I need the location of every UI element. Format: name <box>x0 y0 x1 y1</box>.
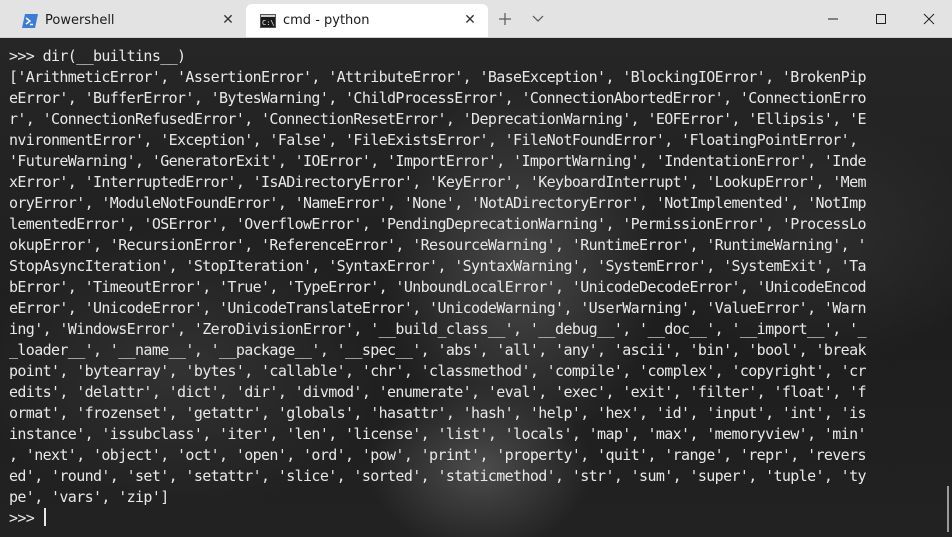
terminal-line: lementedError', 'OSError', 'OverflowErro… <box>9 215 867 233</box>
tab-cmd-python[interactable]: C:\ cmd - python ✕ <box>246 4 488 37</box>
terminal-line: _loader__', '__name__', '__package__', '… <box>9 341 867 359</box>
tab-label: cmd - python <box>283 13 370 28</box>
tab-label: Powershell <box>45 13 115 28</box>
close-icon <box>923 13 935 24</box>
new-tab-button[interactable] <box>494 8 516 30</box>
terminal-line: ormat', 'frozenset', 'getattr', 'globals… <box>9 404 867 422</box>
terminal-line: , 'next', 'object', 'oct', 'open', 'ord'… <box>9 446 867 464</box>
terminal-line: eError', 'UnicodeError', 'UnicodeTransla… <box>9 299 867 317</box>
terminal-line: edits', 'delattr', 'dict', 'dir', 'divmo… <box>9 383 867 401</box>
tab-powershell[interactable]: Powershell ✕ <box>8 4 246 37</box>
terminal-output: >>> dir(__builtins__) ['ArithmeticError'… <box>9 46 867 529</box>
terminal-line: ed', 'round', 'set', 'setattr', 'slice',… <box>9 467 867 485</box>
svg-text:C:\: C:\ <box>262 19 275 27</box>
terminal-line: oryError', 'ModuleNotFoundError', 'NameE… <box>9 194 867 212</box>
terminal-line: nvironmentError', 'Exception', 'False', … <box>9 131 858 149</box>
terminal-line: 'FutureWarning', 'GeneratorExit', 'IOErr… <box>9 152 867 170</box>
terminal-line: instance', 'issubclass', 'iter', 'len', … <box>9 425 867 443</box>
terminal-pane[interactable]: >>> dir(__builtins__) ['ArithmeticError'… <box>0 38 952 537</box>
terminal-line: xError', 'InterruptedError', 'IsADirecto… <box>9 173 867 191</box>
minimize-button[interactable] <box>810 0 856 37</box>
close-window-button[interactable] <box>906 0 952 37</box>
close-tab-icon[interactable]: ✕ <box>460 10 480 30</box>
plus-icon <box>499 13 511 25</box>
terminal-line: pe', 'vars', 'zip'] <box>9 488 169 506</box>
maximize-icon <box>876 13 886 24</box>
terminal-line: ing', 'WindowsError', 'ZeroDivisionError… <box>9 320 867 338</box>
terminal-line: ['ArithmeticError', 'AssertionError', 'A… <box>9 68 867 86</box>
terminal-line: >>> dir(__builtins__) <box>9 47 186 65</box>
scrollbar[interactable] <box>947 486 949 532</box>
terminal-line: eError', 'BufferError', 'BytesWarning', … <box>9 89 867 107</box>
terminal-line: StopAsyncIteration', 'StopIteration', 'S… <box>9 257 867 275</box>
terminal-line: point', 'bytearray', 'bytes', 'callable'… <box>9 362 867 380</box>
text-cursor <box>43 508 46 526</box>
close-tab-icon[interactable]: ✕ <box>218 10 238 30</box>
terminal-line: bError', 'TimeoutError', 'True', 'TypeEr… <box>9 278 867 296</box>
tab-dropdown-button[interactable] <box>528 8 548 30</box>
maximize-button[interactable] <box>858 0 904 37</box>
terminal-prompt: >>> <box>9 509 43 527</box>
chevron-down-icon <box>532 15 544 22</box>
terminal-line: r', 'ConnectionRefusedError', 'Connectio… <box>9 110 867 128</box>
cmd-icon: C:\ <box>260 14 276 28</box>
title-bar: Powershell ✕ C:\ cmd - python ✕ <box>0 0 952 38</box>
minimize-icon <box>828 18 838 19</box>
powershell-icon <box>22 14 38 28</box>
terminal-line: okupError', 'RecursionError', 'Reference… <box>9 236 867 254</box>
